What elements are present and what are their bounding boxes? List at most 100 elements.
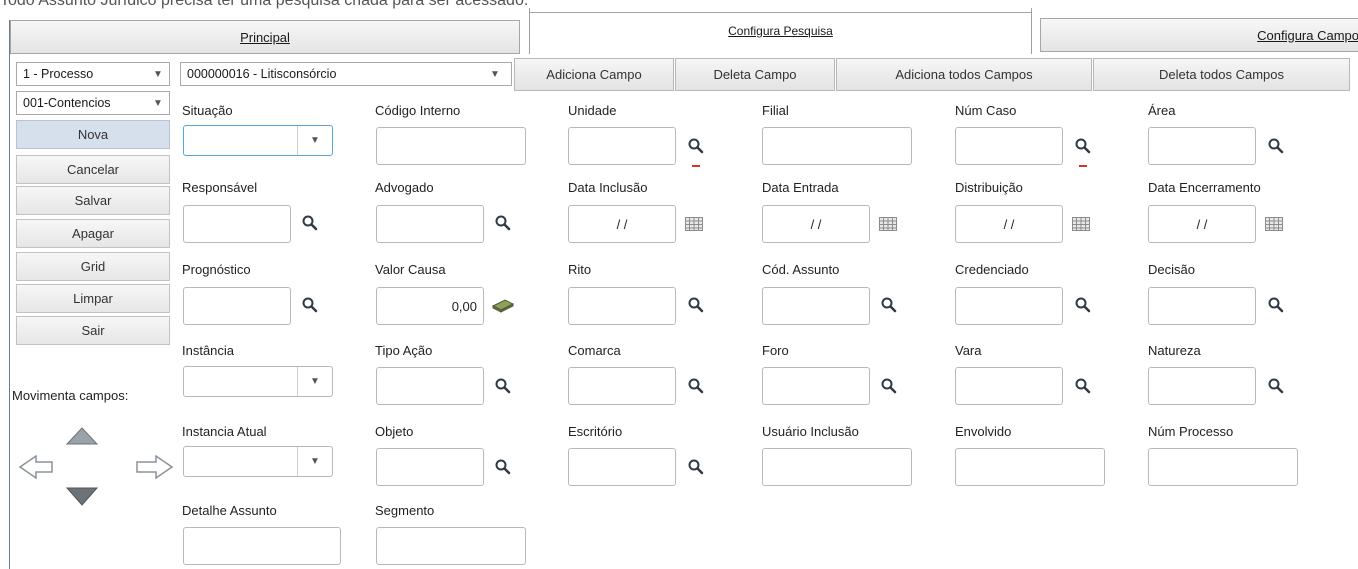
decisao-field[interactable] [1148,287,1256,325]
money-icon[interactable] [490,294,516,316]
detalhe-assunto-field[interactable] [183,527,341,565]
tab-configura-campo[interactable]: Configura Campo [1040,18,1358,52]
filial-label: Filial [762,103,789,118]
sair-button[interactable]: Sair [16,316,170,345]
codigo-interno-field[interactable] [376,127,526,165]
instancia-select[interactable]: ▼ [183,366,333,397]
magnifier-icon[interactable] [493,212,513,234]
calendar-icon[interactable] [684,213,704,235]
instancia-label: Instância [182,343,235,358]
arrow-left-icon[interactable] [18,454,53,480]
situacao-select[interactable]: ▼ [183,125,333,156]
foro-label: Foro [762,343,789,358]
magnifier-icon[interactable] [1073,294,1093,316]
tipo-acao-label: Tipo Ação [375,343,433,358]
tab-divider [1031,8,1032,54]
rito-field[interactable] [568,287,676,325]
instancia-atual-select[interactable]: ▼ [183,446,333,477]
credenciado-field[interactable] [955,287,1063,325]
filial-field[interactable] [762,127,912,165]
detalhe-assunto-label: Detalhe Assunto [182,503,277,518]
rito-label: Rito [568,262,592,277]
required-mark [692,165,700,167]
comarca-field[interactable] [568,367,676,405]
data-entrada-field[interactable]: / / [762,205,870,243]
credenciado-label: Credenciado [955,262,1029,277]
arrow-down-icon[interactable] [65,487,99,506]
limpar-button[interactable]: Limpar [16,284,170,313]
adiciona-todos-campos-button[interactable]: Adiciona todos Campos [836,58,1092,91]
magnifier-icon[interactable] [879,294,899,316]
magnifier-icon[interactable] [300,294,320,316]
calendar-icon[interactable] [1071,213,1091,235]
num-caso-field[interactable] [955,127,1063,165]
area-field[interactable] [1148,127,1256,165]
adiciona-campo-button[interactable]: Adiciona Campo [514,58,674,91]
tipo-acao-field[interactable] [376,367,484,405]
foro-field[interactable] [762,367,870,405]
objeto-label: Objeto [375,424,414,439]
magnifier-icon[interactable] [300,212,320,234]
magnifier-icon[interactable] [1266,294,1286,316]
magnifier-icon[interactable] [686,294,706,316]
tipo-select[interactable]: 1 - Processo ▼ [16,62,170,86]
magnifier-icon[interactable] [493,375,513,397]
grid-button[interactable]: Grid [16,252,170,281]
escritorio-field[interactable] [568,448,676,486]
magnifier-icon[interactable] [686,456,706,478]
magnifier-icon[interactable] [879,375,899,397]
magnifier-icon[interactable] [493,456,513,478]
envolvido-label: Envolvido [955,424,1012,439]
magnifier-icon[interactable] [1266,135,1286,157]
tab-configura-pesquisa[interactable]: Configura Pesquisa [529,12,1032,49]
magnifier-icon[interactable] [686,135,706,157]
chevron-down-icon: ▼ [297,367,332,396]
chevron-down-icon: ▼ [297,126,332,155]
usuario-inclusao-field[interactable] [762,448,912,486]
valor-causa-field[interactable]: 0,00 [376,287,484,325]
prognostico-label: Prognóstico [182,262,251,277]
tab-divider [529,8,530,54]
deleta-campo-button[interactable]: Deleta Campo [675,58,835,91]
apagar-button[interactable]: Apagar [16,219,170,248]
distribuicao-field[interactable]: / / [955,205,1063,243]
move-arrows [18,427,174,506]
envolvido-field[interactable] [955,448,1105,486]
data-encerramento-label: Data Encerramento [1148,180,1261,195]
vara-label: Vara [955,343,982,358]
magnifier-icon[interactable] [1266,375,1286,397]
pesquisa-select[interactable]: 000000016 - Litisconsórcio ▼ [180,62,512,86]
calendar-icon[interactable] [1264,213,1284,235]
vara-field[interactable] [955,367,1063,405]
arrow-up-icon[interactable] [65,427,99,445]
segmento-field[interactable] [376,527,526,565]
codigo-interno-label: Código Interno [375,103,461,118]
chevron-down-icon: ▼ [153,68,163,80]
escritorio-label: Escritório [568,424,623,439]
data-encerramento-field[interactable]: / / [1148,205,1256,243]
nova-button[interactable]: Nova [16,120,170,149]
calendar-icon[interactable] [878,213,898,235]
responsavel-field[interactable] [183,205,291,243]
deleta-todos-campos-button[interactable]: Deleta todos Campos [1093,58,1350,91]
cancelar-button[interactable]: Cancelar [16,155,170,184]
natureza-field[interactable] [1148,367,1256,405]
magnifier-icon[interactable] [1073,135,1093,157]
chevron-down-icon: ▼ [297,447,332,476]
magnifier-icon[interactable] [1073,375,1093,397]
num-processo-field[interactable] [1148,448,1298,486]
usuario-inclusao-label: Usuário Inclusão [762,424,859,439]
required-mark [1079,165,1087,167]
movimenta-campos-label: Movimenta campos: [12,388,129,403]
arrow-right-icon[interactable] [136,454,174,480]
assunto-select[interactable]: 001-Contencios ▼ [16,91,170,115]
data-inclusao-field[interactable]: / / [568,205,676,243]
salvar-button[interactable]: Salvar [16,186,170,215]
magnifier-icon[interactable] [686,375,706,397]
tab-principal[interactable]: Principal [10,20,520,54]
cod-assunto-field[interactable] [762,287,870,325]
objeto-field[interactable] [376,448,484,486]
prognostico-field[interactable] [183,287,291,325]
advogado-field[interactable] [376,205,484,243]
unidade-field[interactable] [568,127,676,165]
